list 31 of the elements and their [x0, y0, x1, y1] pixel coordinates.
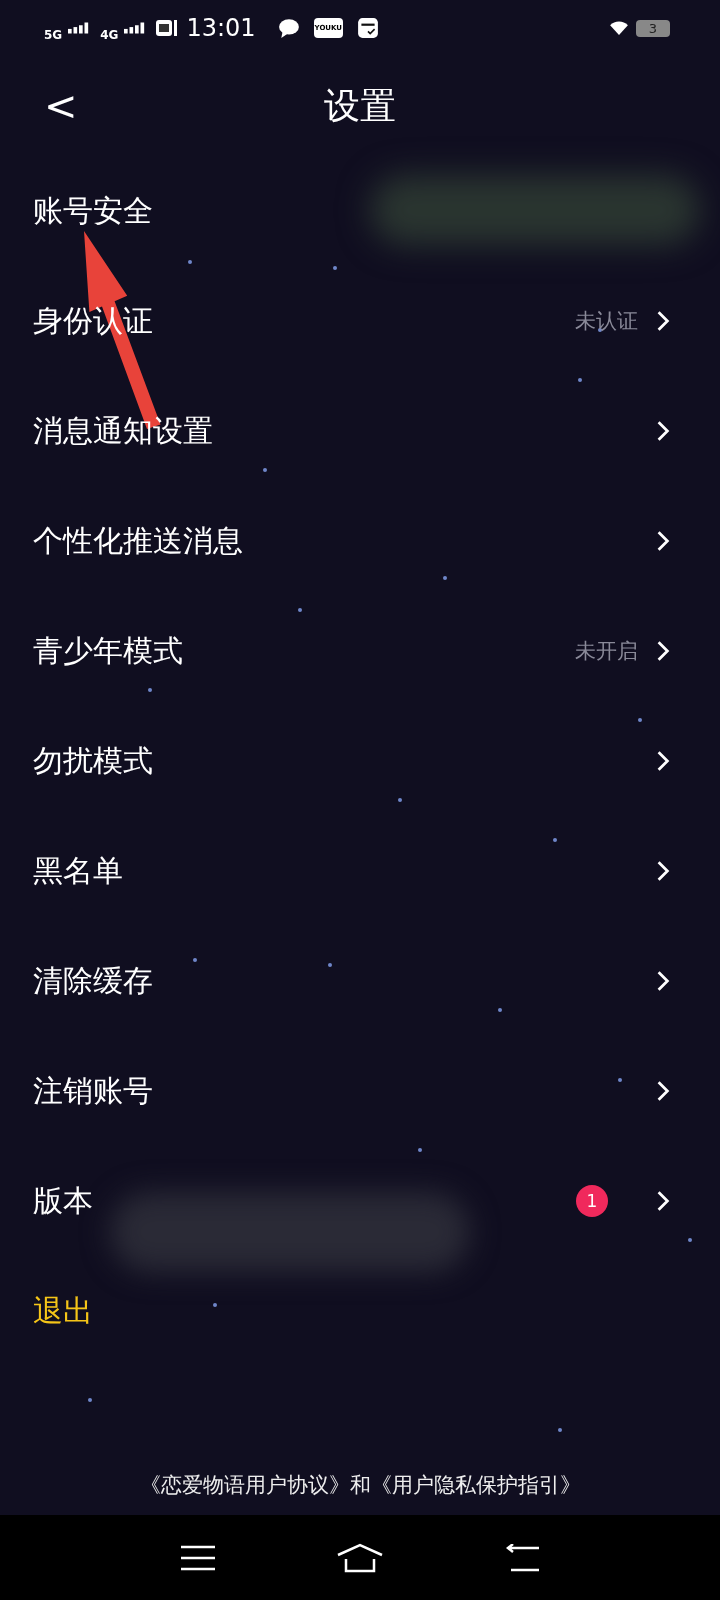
settings-row[interactable]: 账号安全	[0, 156, 720, 266]
settings-row[interactable]: 注销账号	[0, 1036, 720, 1146]
row-label: 青少年模式	[33, 631, 183, 670]
row-label: 注销账号	[33, 1071, 153, 1110]
settings-row[interactable]: 清除缓存	[0, 926, 720, 1036]
settings-row[interactable]: 消息通知设置	[0, 376, 720, 486]
row-label: 黑名单	[33, 851, 123, 890]
settings-row[interactable]: 勿扰模式	[0, 706, 720, 816]
settings-row[interactable]: 版本 1	[0, 1146, 720, 1256]
back-button[interactable]: <	[36, 83, 86, 129]
row-value: 未开启	[575, 638, 638, 665]
page-title: 设置	[324, 83, 396, 128]
row-label: 勿扰模式	[33, 741, 153, 780]
network-label: 5G	[44, 28, 63, 42]
settings-row[interactable]: 青少年模式 未开启	[0, 596, 720, 706]
battery-icon: 3	[636, 19, 670, 37]
row-label: 清除缓存	[33, 961, 153, 1000]
row-label: 个性化推送消息	[33, 521, 243, 560]
row-value: 未认证	[575, 308, 638, 335]
settings-row[interactable]: 个性化推送消息	[0, 486, 720, 596]
agreement-link[interactable]: 《恋爱物语用户协议》	[139, 1471, 350, 1499]
footer-text: 和	[349, 1472, 371, 1499]
network-label: 4G	[100, 28, 119, 42]
update-badge: 1	[576, 1185, 608, 1217]
row-label: 消息通知设置	[33, 411, 213, 450]
logout-button[interactable]: 退出	[33, 1290, 93, 1332]
privacy-link[interactable]: 《用户隐私保护指引》	[370, 1471, 581, 1499]
clock-time: 13:01	[186, 14, 256, 42]
row-label: 版本	[33, 1181, 93, 1220]
row-label: 账号安全	[33, 191, 153, 230]
settings-row[interactable]: 黑名单	[0, 816, 720, 926]
